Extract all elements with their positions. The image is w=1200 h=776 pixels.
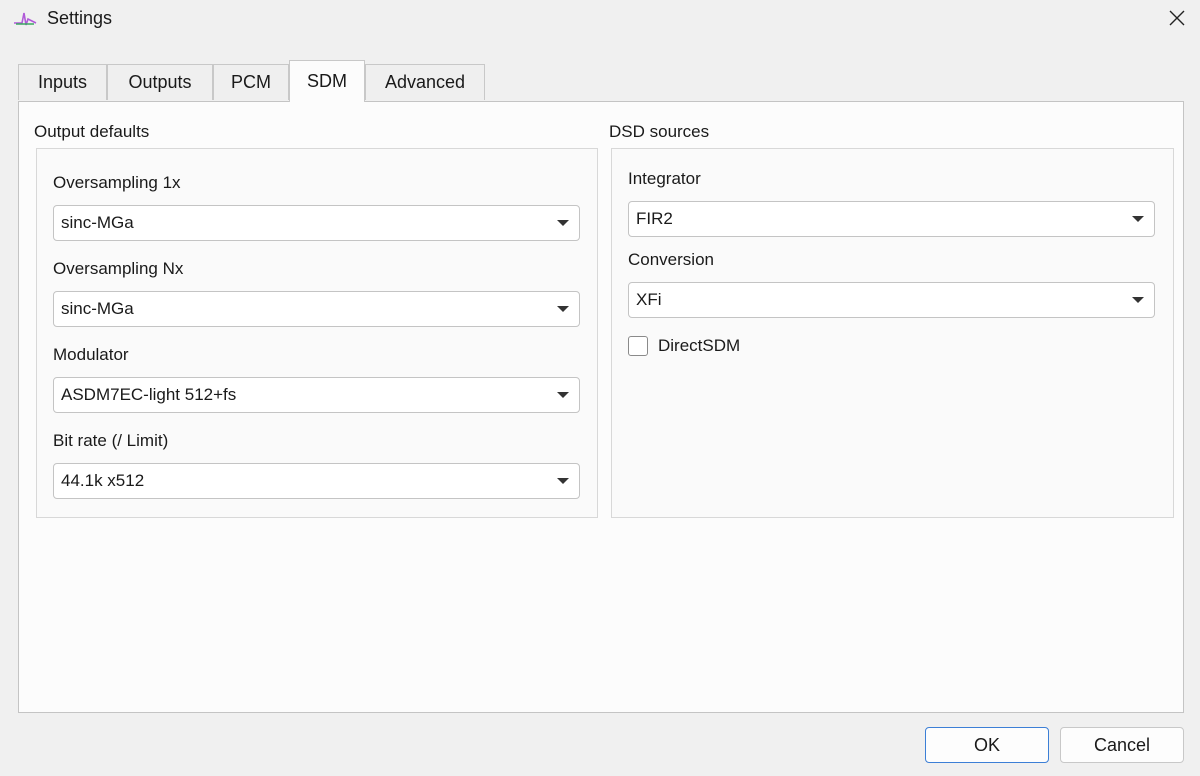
conversion-value: XFi [636, 290, 662, 309]
chevron-down-icon [557, 220, 569, 226]
integrator-label: Integrator [628, 169, 701, 188]
direct-sdm-label[interactable]: DirectSDM [658, 336, 740, 356]
chevron-down-icon [1132, 216, 1144, 222]
oversampling-1x-label: Oversampling 1x [53, 173, 181, 192]
dsd-sources-heading: DSD sources [609, 122, 710, 141]
output-defaults-group: Oversampling 1x sinc-MGa Oversampling Nx… [36, 148, 598, 518]
chevron-down-icon [557, 478, 569, 484]
tab-advanced[interactable]: Advanced [365, 64, 485, 100]
modulator-select[interactable]: ASDM7EC-light 512+fs [53, 377, 580, 413]
direct-sdm-checkbox[interactable] [628, 336, 648, 356]
close-icon [1169, 10, 1185, 26]
chevron-down-icon [557, 306, 569, 312]
tab-outputs[interactable]: Outputs [107, 64, 213, 100]
tab-inputs[interactable]: Inputs [18, 64, 107, 100]
oversampling-1x-select[interactable]: sinc-MGa [53, 205, 580, 241]
chevron-down-icon [1132, 297, 1144, 303]
tab-label: SDM [307, 71, 347, 91]
bit-rate-value: 44.1k x512 [61, 471, 145, 490]
oversampling-1x-value: sinc-MGa [61, 213, 134, 232]
oversampling-nx-value: sinc-MGa [61, 299, 134, 318]
ok-button[interactable]: OK [925, 727, 1049, 763]
oversampling-nx-select[interactable]: sinc-MGa [53, 291, 580, 327]
app-logo-icon [14, 12, 37, 26]
cancel-button[interactable]: Cancel [1060, 727, 1184, 763]
close-button[interactable] [1154, 0, 1200, 36]
modulator-value: ASDM7EC-light 512+fs [61, 385, 237, 404]
tab-label: PCM [231, 72, 271, 92]
oversampling-nx-label: Oversampling Nx [53, 259, 184, 278]
tab-label: Inputs [37, 72, 88, 92]
window-title: Settings [47, 8, 113, 28]
conversion-label: Conversion [628, 250, 714, 269]
tab-pcm[interactable]: PCM [213, 64, 289, 100]
bit-rate-label: Bit rate (/ Limit) [53, 431, 169, 450]
bit-rate-select[interactable]: 44.1k x512 [53, 463, 580, 499]
tab-sdm[interactable]: SDM [289, 60, 365, 102]
tab-label: Advanced [384, 72, 466, 92]
integrator-select[interactable]: FIR2 [628, 201, 1155, 237]
integrator-value: FIR2 [636, 209, 673, 228]
dsd-sources-group: Integrator FIR2 Conversion XFi DirectSDM [611, 148, 1174, 518]
modulator-label: Modulator [53, 345, 129, 364]
sdm-tab-panel: Output defaults Oversampling 1x sinc-MGa… [18, 101, 1184, 713]
conversion-select[interactable]: XFi [628, 282, 1155, 318]
chevron-down-icon [557, 392, 569, 398]
output-defaults-heading: Output defaults [34, 122, 150, 141]
title-bar: Settings [0, 0, 1200, 38]
tab-label: Outputs [128, 72, 192, 92]
